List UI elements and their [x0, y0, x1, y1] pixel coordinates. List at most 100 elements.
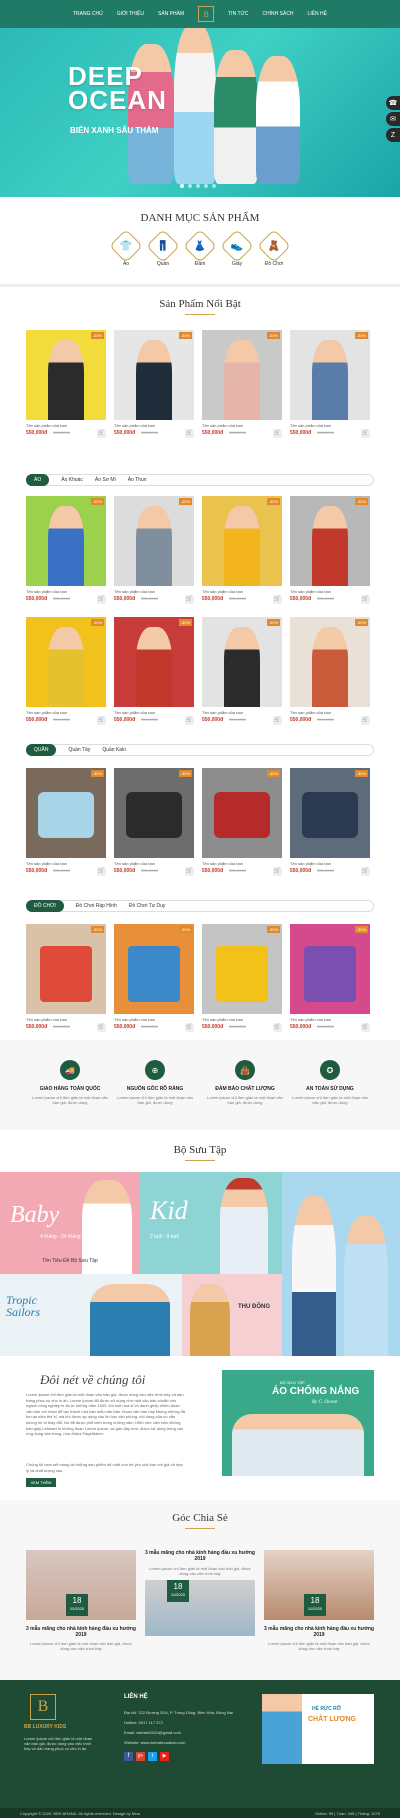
- category-ao[interactable]: 👕 Áo: [109, 229, 143, 267]
- cart-icon[interactable]: 🛒: [273, 1023, 282, 1032]
- category-giay[interactable]: 👟 Giày: [220, 229, 254, 267]
- hero-banner[interactable]: DEEP OCEAN BIỂN XANH SÂU THẲM: [0, 0, 400, 197]
- twitter-icon[interactable]: t: [148, 1752, 157, 1761]
- product-name[interactable]: Tên sản phẩm của bạn: [114, 423, 194, 428]
- product-image[interactable]: -30%: [26, 330, 106, 420]
- about-banner[interactable]: BỘ SƯU TẬP ÁO CHỐNG NẮNG By C. Ocean: [222, 1370, 374, 1476]
- cart-icon[interactable]: 🛒: [361, 595, 370, 604]
- cart-icon[interactable]: 🛒: [361, 429, 370, 438]
- product-card[interactable]: -30% Tên sản phẩm của bạn 550,000đ 550,000đ…: [202, 496, 282, 606]
- product-image[interactable]: -30%: [202, 924, 282, 1014]
- product-image[interactable]: -30%: [202, 617, 282, 707]
- product-card[interactable]: -30% Tên sản phẩm của bạn 550,000đ 550,000đ…: [290, 924, 370, 1034]
- nav-products[interactable]: SẢN PHẨM: [158, 11, 184, 17]
- product-name[interactable]: Tên sản phẩm của bạn: [202, 1017, 282, 1022]
- product-card[interactable]: -30% Tên sản phẩm của bạn 550,000đ 550,000đ…: [114, 924, 194, 1034]
- product-image[interactable]: -30%: [26, 617, 106, 707]
- product-image[interactable]: -30%: [26, 496, 106, 586]
- cart-icon[interactable]: 🛒: [361, 867, 370, 876]
- product-name[interactable]: Tên sản phẩm của bạn: [114, 1017, 194, 1022]
- cart-icon[interactable]: 🛒: [185, 429, 194, 438]
- cart-icon[interactable]: 🛒: [97, 716, 106, 725]
- product-image[interactable]: -30%: [114, 330, 194, 420]
- logo[interactable]: B: [198, 6, 215, 22]
- product-name[interactable]: Tên sản phẩm của bạn: [202, 589, 282, 594]
- product-image[interactable]: -30%: [290, 496, 370, 586]
- product-card[interactable]: -30% Tên sản phẩm của bạn 550,000đ 550,000đ…: [202, 768, 282, 878]
- cart-icon[interactable]: 🛒: [361, 716, 370, 725]
- product-name[interactable]: Tên sản phẩm của bạn: [290, 423, 370, 428]
- product-image[interactable]: -30%: [114, 768, 194, 858]
- tab-active[interactable]: ĐỒ CHƠI: [26, 900, 64, 912]
- category-quan[interactable]: 👖 Quần: [146, 229, 180, 267]
- cart-icon[interactable]: 🛒: [273, 716, 282, 725]
- product-card[interactable]: -30% Tên sản phẩm của bạn 550,000đ 550,000đ…: [114, 617, 194, 727]
- blog-post-2[interactable]: 3 mẫu măng cho nhà kính hàng đầu xu hướn…: [145, 1550, 255, 1636]
- product-image[interactable]: -30%: [26, 768, 106, 858]
- product-name[interactable]: Tên sản phẩm của bạn: [114, 589, 194, 594]
- footer-email[interactable]: Email: website2020@gmail.com: [124, 1730, 181, 1735]
- nav-policy[interactable]: CHÍNH SÁCH: [262, 11, 293, 17]
- product-image[interactable]: -30%: [114, 496, 194, 586]
- cart-icon[interactable]: 🛒: [97, 1023, 106, 1032]
- product-card[interactable]: -30% Tên sản phẩm của bạn 550,000đ 550,000đ…: [26, 330, 106, 440]
- read-more-button[interactable]: XEM THÊM: [26, 1478, 56, 1487]
- phone-icon[interactable]: ☎: [386, 96, 400, 110]
- tab-item[interactable]: Áo Sơ Mi: [95, 477, 116, 483]
- nav-home[interactable]: TRANG CHỦ: [73, 11, 103, 17]
- product-name[interactable]: Tên sản phẩm của bạn: [290, 861, 370, 866]
- product-name[interactable]: Tên sản phẩm của bạn: [290, 589, 370, 594]
- nav-news[interactable]: TIN TỨC: [228, 11, 248, 17]
- cart-icon[interactable]: 🛒: [185, 716, 194, 725]
- tab-item[interactable]: Áo Khoác: [61, 477, 83, 483]
- collection-winter[interactable]: THU ĐÔNG: [182, 1274, 282, 1356]
- product-name[interactable]: Tên sản phẩm của bạn: [202, 861, 282, 866]
- youtube-icon[interactable]: ▶: [160, 1752, 169, 1761]
- tab-active[interactable]: QUẦN: [26, 744, 57, 756]
- cart-icon[interactable]: 🛒: [185, 1023, 194, 1032]
- product-image[interactable]: -30%: [202, 768, 282, 858]
- cart-icon[interactable]: 🛒: [361, 1023, 370, 1032]
- product-name[interactable]: Tên sản phẩm của bạn: [290, 710, 370, 715]
- product-card[interactable]: -30% Tên sản phẩm của bạn 550,000đ 550,000đ…: [114, 330, 194, 440]
- product-card[interactable]: -30% Tên sản phẩm của bạn 550,000đ 550,000đ…: [26, 496, 106, 606]
- product-name[interactable]: Tên sản phẩm của bạn: [26, 710, 106, 715]
- tab-active[interactable]: ÁO: [26, 474, 50, 486]
- cart-icon[interactable]: 🛒: [97, 595, 106, 604]
- product-image[interactable]: -30%: [202, 330, 282, 420]
- tab-item[interactable]: Đồ Chơi Ráp Hình: [76, 903, 117, 909]
- tab-item[interactable]: Quần Kaki: [102, 747, 125, 753]
- cart-icon[interactable]: 🛒: [97, 867, 106, 876]
- product-image[interactable]: -30%: [290, 330, 370, 420]
- cart-icon[interactable]: 🛒: [273, 867, 282, 876]
- product-image[interactable]: -30%: [202, 496, 282, 586]
- zalo-icon[interactable]: Z: [386, 128, 400, 142]
- tab-item[interactable]: Đồ Chơi Tư Duy: [129, 903, 166, 909]
- product-name[interactable]: Tên sản phẩm của bạn: [26, 423, 106, 428]
- footer-phone[interactable]: Hotline: 0917 117 372: [124, 1720, 163, 1725]
- product-card[interactable]: -30% Tên sản phẩm của bạn 550,000đ 550,000đ…: [202, 617, 282, 727]
- collection-summer[interactable]: [282, 1172, 400, 1356]
- product-card[interactable]: -30% Tên sản phẩm của bạn 550,000đ 550,000đ…: [114, 768, 194, 878]
- product-card[interactable]: -30% Tên sản phẩm của bạn 550,000đ 550,000đ…: [26, 617, 106, 727]
- nav-about[interactable]: GIỚI THIỆU: [117, 11, 144, 17]
- product-card[interactable]: -30% Tên sản phẩm của bạn 550,000đ 550,000đ…: [202, 330, 282, 440]
- tab-item[interactable]: Quần Tây: [68, 747, 90, 753]
- nav-contact[interactable]: LIÊN HỆ: [308, 11, 327, 17]
- product-image[interactable]: -30%: [290, 617, 370, 707]
- product-name[interactable]: Tên sản phẩm của bạn: [114, 710, 194, 715]
- cart-icon[interactable]: 🛒: [185, 867, 194, 876]
- product-image[interactable]: -30%: [114, 924, 194, 1014]
- footer-promo-banner[interactable]: HÈ RỰC RỠ CHẤT LƯỢNG: [262, 1694, 374, 1764]
- product-image[interactable]: -30%: [114, 617, 194, 707]
- footer-logo[interactable]: B: [30, 1694, 56, 1720]
- chat-icon[interactable]: ✉: [386, 112, 400, 126]
- carousel-dots[interactable]: [180, 184, 216, 188]
- product-name[interactable]: Tên sản phẩm của bạn: [26, 589, 106, 594]
- product-card[interactable]: -30% Tên sản phẩm của bạn 550,000đ 550,000đ…: [26, 768, 106, 878]
- blog-post-1[interactable]: 18 11/2020 3 mẫu măng cho nhà kính hàng đ…: [26, 1550, 136, 1651]
- product-name[interactable]: Tên sản phẩm của bạn: [290, 1017, 370, 1022]
- product-card[interactable]: -30% Tên sản phẩm của bạn 550,000đ 550,000đ…: [290, 617, 370, 727]
- product-card[interactable]: -30% Tên sản phẩm của bạn 550,000đ 550,000đ…: [202, 924, 282, 1034]
- product-name[interactable]: Tên sản phẩm của bạn: [114, 861, 194, 866]
